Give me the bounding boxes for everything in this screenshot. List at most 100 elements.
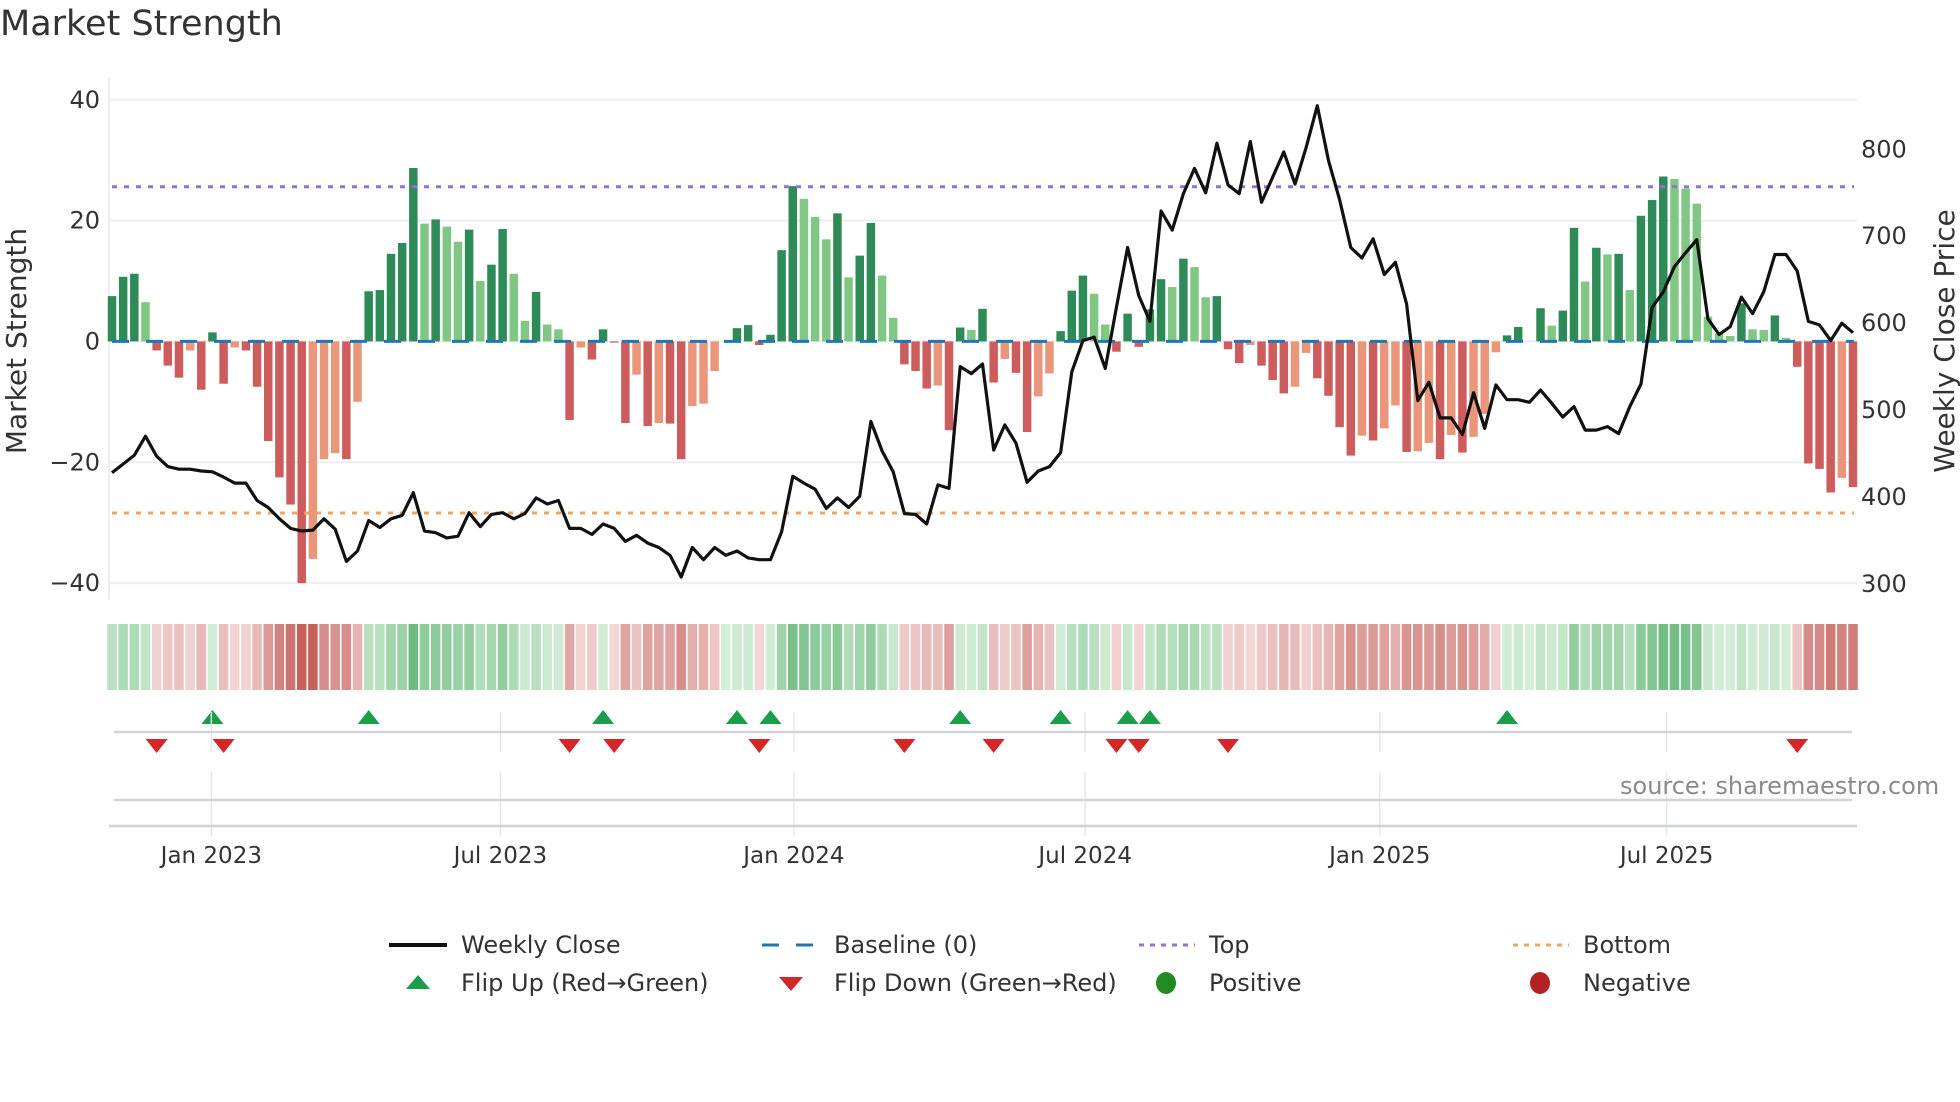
strip-cell [1558,624,1568,690]
flip-down-marker [1786,739,1809,753]
strip-cell [1479,624,1490,690]
strength-bar [1625,290,1635,342]
strip-cell [944,624,954,690]
strip-cell [709,624,720,690]
x-tick-label: Jul 2025 [1618,843,1714,869]
strength-bar [743,325,753,342]
x-tick-label: Jan 2025 [1327,843,1430,869]
strip-cell [575,624,586,690]
strip-cell [1837,624,1847,690]
flip-up-marker [1116,710,1139,724]
flip-up-marker [759,710,782,724]
strip-cell [1346,624,1356,690]
flip-up-marker [1496,710,1519,724]
strip-cell [1491,624,1501,690]
strength-bar [163,341,173,366]
strip-cell [1747,624,1758,690]
strip-cell [1100,624,1111,690]
strip-cell [1312,624,1323,690]
x-tick-label: Jul 2024 [1036,843,1132,869]
y-tick-label-left: 20 [69,207,100,235]
strength-bar [1491,341,1501,353]
strip-cell [1379,624,1390,690]
strip-cell [1613,624,1624,690]
strip-cell [1267,624,1278,690]
strip-cell [151,624,162,690]
strip-cell [140,624,151,690]
strip-cell [408,624,419,690]
strength-bar [1078,275,1088,342]
strength-bar [1725,335,1735,342]
strip-cell [542,624,553,690]
strip-cell [397,624,407,690]
strip-cell [1736,624,1747,690]
strip-cell [1792,624,1802,690]
reference-lines [112,185,1854,515]
strip-cell [553,624,564,690]
strip-cell [754,624,765,690]
strip-cell [475,624,486,690]
strip-cell [1725,624,1736,690]
strip-cell [1770,624,1780,690]
strength-bar [922,341,931,389]
strength-bar [888,317,898,342]
strength-bar [1636,215,1646,342]
strength-bar [1257,341,1266,366]
strip-cell [642,624,653,690]
strip-cell [1580,624,1590,690]
strip-cell [1814,624,1825,690]
strip-cell [1156,624,1166,690]
strength-bar [409,168,418,342]
strip-cell [1803,624,1814,690]
strength-bar [1368,341,1378,441]
strip-cell [1357,624,1367,690]
y-tick-label-right: 600 [1861,309,1907,337]
strength-bar [1848,341,1858,488]
strip-cell [832,624,843,690]
strip-cell [1703,624,1713,690]
strip-cell [977,624,988,690]
strip-cell [107,624,117,690]
strip-cell [721,624,731,690]
strip-cell [776,624,787,690]
strength-bar [688,341,697,407]
strength-bar [1692,203,1701,342]
strip-cell [308,624,318,690]
strip-cell [1022,624,1032,690]
strip-cell [1279,624,1289,690]
strip-cell [274,624,285,690]
strip-cell [129,624,140,690]
strength-bar [1335,341,1344,428]
strip-cell [921,624,932,690]
strength-bar [598,329,608,342]
strip-cell [1301,624,1311,690]
strength-bar [375,290,385,342]
strength-bar [654,341,664,423]
y-tick-label-right: 500 [1861,396,1907,424]
strength-bar [955,327,965,342]
flip-up-marker [592,710,615,724]
strip-cell [1412,624,1423,690]
strip-cell [1658,624,1669,690]
strip-cell [676,624,686,690]
strength-bar [866,223,876,342]
strip-cell [1044,624,1055,690]
strip-cell [1636,624,1646,690]
strength-bar [219,341,228,384]
strength-bar [1000,341,1010,359]
strength-bar [609,341,619,343]
strength-bar [732,328,742,342]
flip-up-marker [949,710,972,724]
strip-cell [1223,624,1233,690]
flip-down-marker [212,739,235,753]
strip-cell [1435,624,1445,690]
strength-bar [676,341,686,460]
strip-cell [966,624,977,690]
strength-bar [777,250,786,342]
strip-cell [1212,624,1222,690]
strip-cell [1234,624,1244,690]
strip-cell [877,624,887,690]
x-tick-label: Jul 2023 [452,843,548,869]
strip-cell [821,624,832,690]
strength-bar [1357,341,1367,436]
